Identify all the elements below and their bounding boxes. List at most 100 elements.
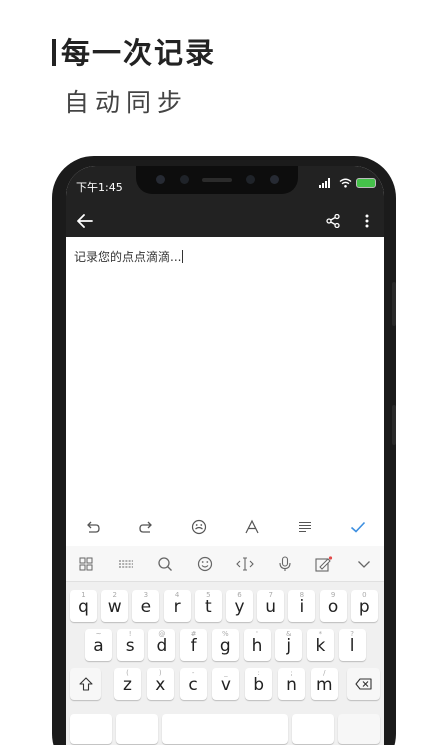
search-icon bbox=[158, 556, 173, 571]
key-m[interactable]: / m bbox=[310, 668, 338, 700]
soft-keyboard: 1 q 2 w 3 e 4 r 5 t 6 y 7 u 8 i 9 o 0 p ~ a! s @ d # f% g ' h & j * k? l (z… bbox=[66, 546, 384, 745]
collapse-keyboard-button[interactable] bbox=[349, 549, 379, 579]
earpiece-speaker bbox=[202, 178, 232, 182]
key-b[interactable]: :b bbox=[245, 668, 273, 700]
keyboard-menu-button[interactable] bbox=[71, 549, 101, 579]
handwriting-button[interactable] bbox=[309, 549, 339, 579]
key-h[interactable]: ' h bbox=[243, 629, 271, 661]
key-n[interactable]: ; n bbox=[278, 668, 305, 700]
share-button[interactable] bbox=[320, 208, 346, 234]
align-icon bbox=[298, 521, 311, 533]
key-l[interactable]: ? l bbox=[338, 629, 366, 661]
align-button[interactable] bbox=[289, 513, 321, 541]
mood-button[interactable] bbox=[183, 513, 215, 541]
font-icon bbox=[244, 519, 259, 534]
undo-icon bbox=[86, 521, 100, 533]
key-v[interactable]: _ v bbox=[212, 668, 240, 700]
shift-key[interactable] bbox=[70, 668, 101, 700]
key-label: t bbox=[204, 597, 212, 617]
key-z[interactable]: (z bbox=[114, 668, 141, 700]
key-label: z bbox=[123, 675, 132, 695]
wifi-icon bbox=[339, 178, 352, 188]
key-e[interactable]: 3e bbox=[132, 590, 160, 622]
key-o[interactable]: 9o bbox=[319, 590, 347, 622]
notch bbox=[136, 166, 298, 194]
key-f[interactable]: # f bbox=[180, 629, 208, 661]
backspace-key[interactable] bbox=[347, 668, 380, 700]
cursor-control-button[interactable] bbox=[230, 549, 260, 579]
key-label: m bbox=[316, 675, 333, 695]
key-a[interactable]: ~ a bbox=[85, 629, 112, 661]
key-label: n bbox=[286, 675, 297, 695]
key-q[interactable]: 1q bbox=[70, 590, 97, 622]
emoji-icon bbox=[191, 519, 206, 535]
key-j[interactable]: & j bbox=[275, 629, 303, 661]
key-symbols[interactable] bbox=[70, 714, 112, 744]
text-cursor bbox=[182, 250, 184, 263]
back-button[interactable] bbox=[72, 208, 98, 234]
edit-toolbar bbox=[66, 511, 384, 543]
more-vertical-icon bbox=[365, 214, 369, 228]
key-numbers[interactable] bbox=[116, 714, 158, 744]
key-label: w bbox=[107, 597, 122, 617]
pen-icon bbox=[315, 555, 333, 572]
keyboard-emoji-button[interactable] bbox=[190, 549, 220, 579]
done-button[interactable] bbox=[342, 513, 374, 541]
key-label: x bbox=[155, 675, 166, 695]
keyboard-switch-button[interactable] bbox=[111, 549, 141, 579]
key-g[interactable]: % g bbox=[211, 629, 239, 661]
sensor-icon bbox=[180, 175, 189, 184]
key-r[interactable]: 4r bbox=[163, 590, 191, 622]
key-p[interactable]: 0p bbox=[350, 590, 378, 622]
key-label: j bbox=[286, 636, 292, 656]
space-key[interactable] bbox=[162, 714, 288, 744]
status-bar: 下午1:45 bbox=[66, 166, 384, 204]
key-label: k bbox=[315, 636, 326, 656]
signal-icon bbox=[319, 178, 330, 188]
key-label: l bbox=[349, 636, 355, 656]
battery-icon bbox=[356, 178, 376, 188]
status-icons bbox=[319, 178, 376, 188]
undo-button[interactable] bbox=[77, 513, 109, 541]
promo-title-text: 每一次记录 bbox=[61, 36, 217, 70]
status-time: 下午1:45 bbox=[76, 181, 123, 194]
voice-input-button[interactable] bbox=[270, 549, 300, 579]
front-camera-icon bbox=[156, 175, 165, 184]
redo-button[interactable] bbox=[130, 513, 162, 541]
key-i[interactable]: 8i bbox=[288, 590, 316, 622]
text-format-button[interactable] bbox=[236, 513, 268, 541]
key-y[interactable]: 6y bbox=[226, 590, 253, 622]
key-label: c bbox=[188, 675, 198, 695]
key-label: p bbox=[358, 597, 370, 617]
check-icon bbox=[350, 521, 365, 533]
key-label: f bbox=[190, 636, 197, 656]
promo-title: 每一次记录 bbox=[52, 30, 216, 72]
key-label: y bbox=[234, 597, 245, 617]
keyboard-toolbar bbox=[66, 546, 384, 582]
shift-arrow-icon bbox=[79, 677, 93, 691]
key-d[interactable]: @ d bbox=[148, 629, 176, 661]
ir-camera-icon bbox=[270, 175, 279, 184]
key-label: u bbox=[265, 597, 277, 617]
key-label: r bbox=[173, 597, 181, 617]
key-s[interactable]: ! s bbox=[116, 629, 144, 661]
keyboard-search-button[interactable] bbox=[150, 549, 180, 579]
key-k[interactable]: * k bbox=[306, 629, 334, 661]
face-sensor-icon bbox=[246, 175, 255, 184]
volume-button bbox=[392, 282, 396, 326]
key-c[interactable]: -c bbox=[179, 668, 207, 700]
note-editor[interactable]: 记录您的点点滴滴... bbox=[74, 248, 374, 498]
note-placeholder-text: 记录您的点点滴滴... bbox=[74, 250, 182, 264]
more-options-button[interactable] bbox=[356, 208, 378, 234]
power-button bbox=[392, 405, 396, 445]
app-bar bbox=[66, 204, 384, 237]
key-label: o bbox=[327, 597, 339, 617]
key-language[interactable] bbox=[292, 714, 334, 744]
enter-key[interactable] bbox=[338, 714, 380, 744]
share-icon bbox=[326, 214, 340, 228]
key-label: d bbox=[156, 636, 168, 656]
key-u[interactable]: 7u bbox=[257, 590, 285, 622]
key-w[interactable]: 2w bbox=[101, 590, 129, 622]
key-t[interactable]: 5t bbox=[194, 590, 222, 622]
key-x[interactable]: ) x bbox=[146, 668, 174, 700]
